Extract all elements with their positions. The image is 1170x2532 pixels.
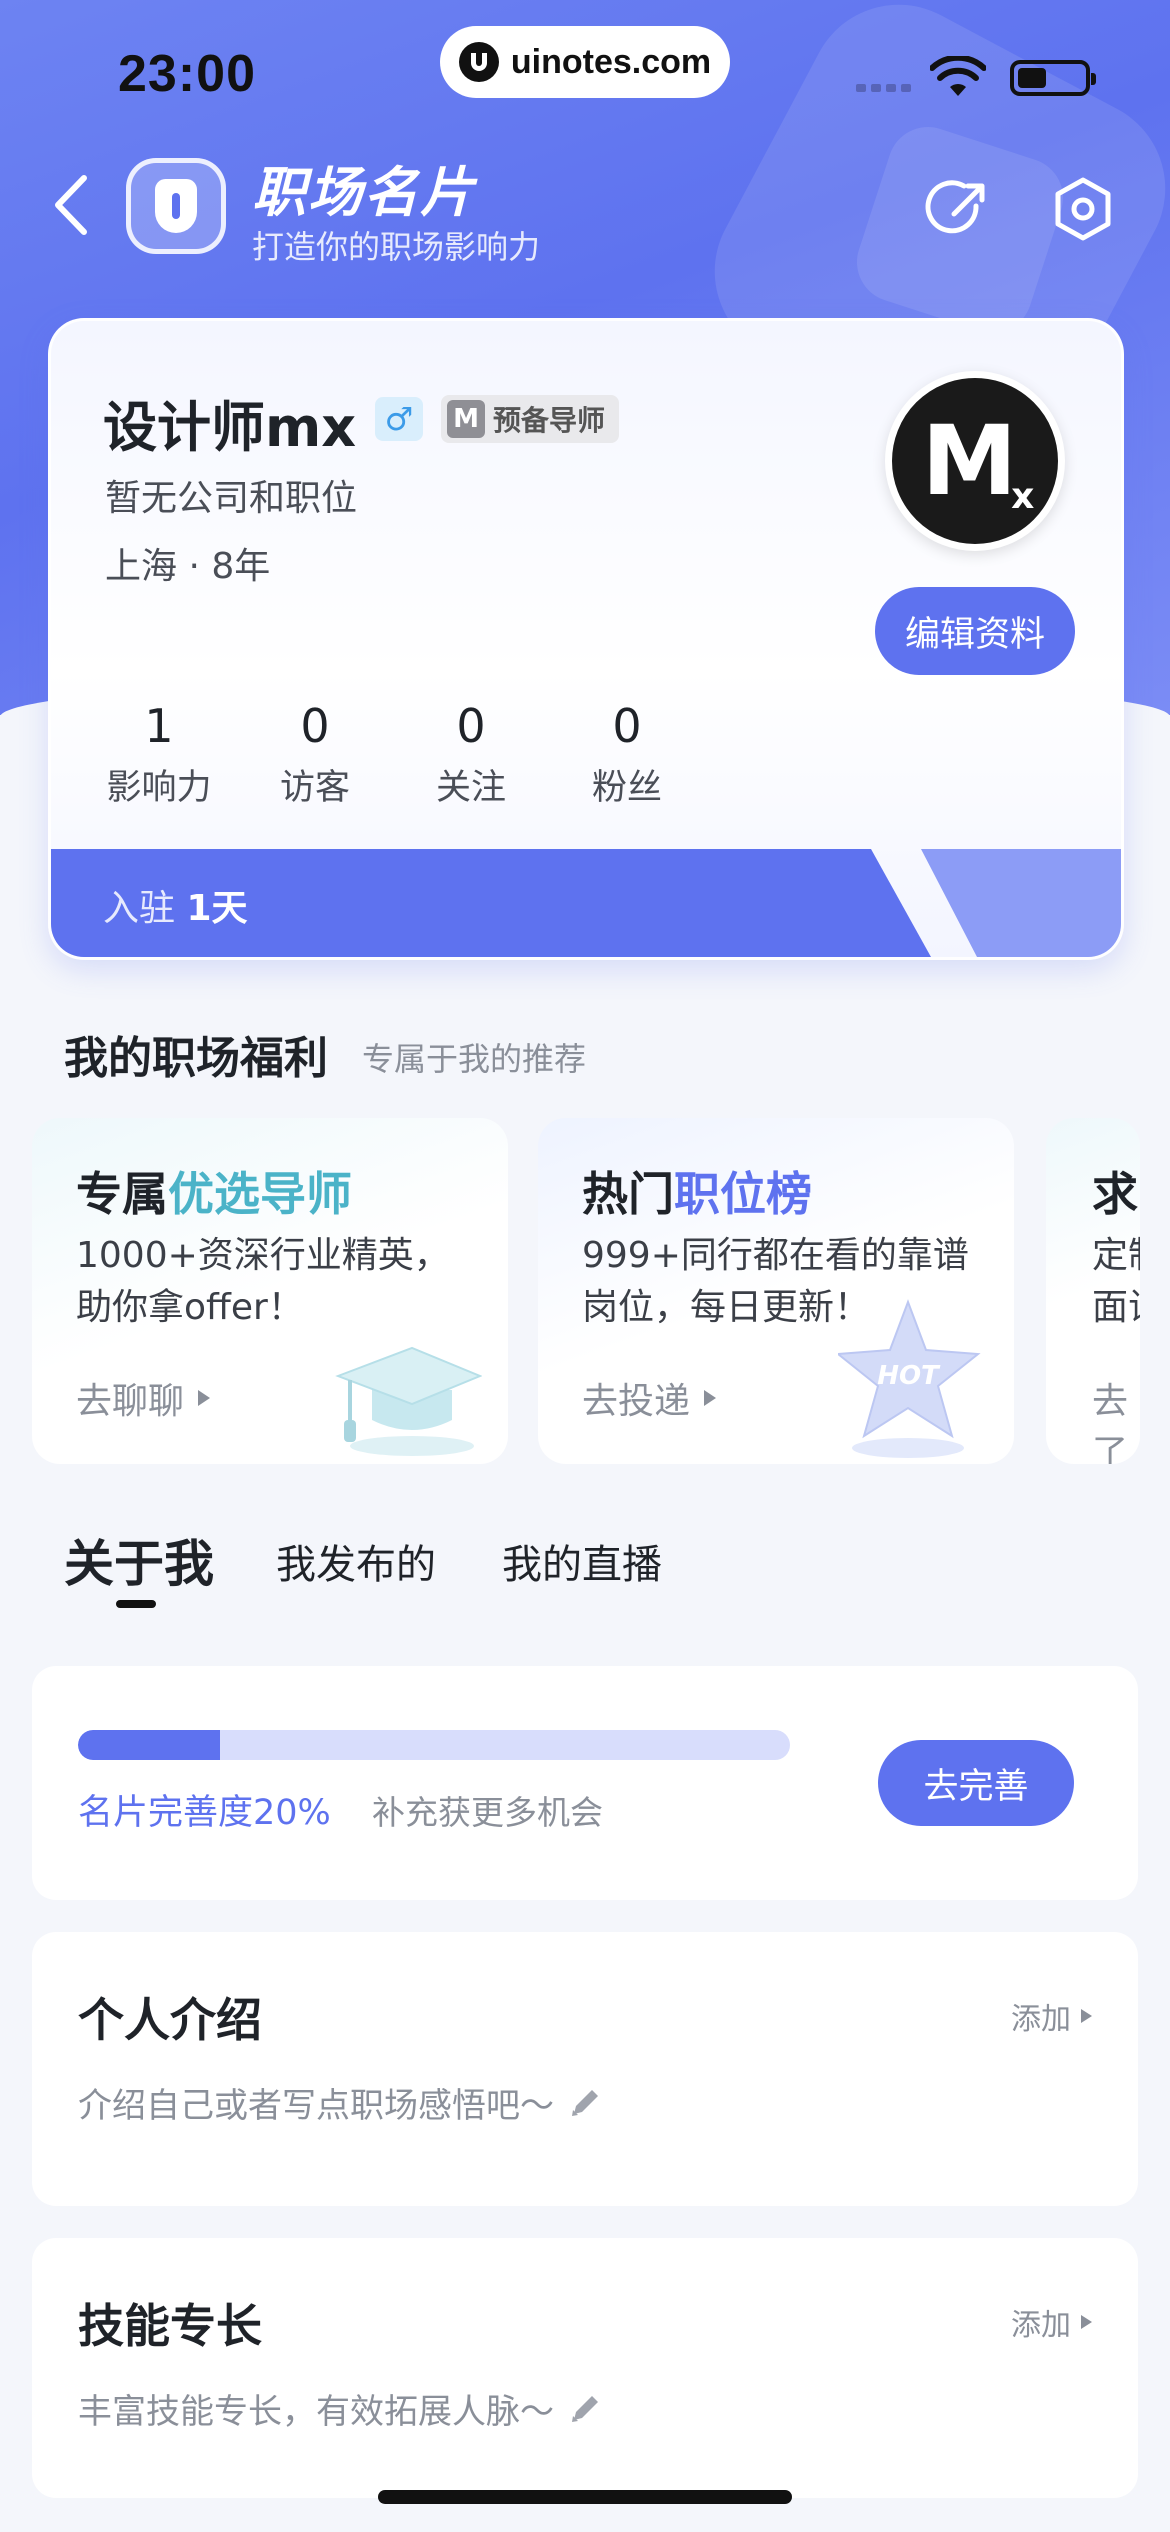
battery-icon	[1010, 60, 1096, 96]
graduation-cap-icon	[335, 1346, 482, 1456]
cellular-signal-icon	[856, 84, 911, 92]
stat-following[interactable]: 0 关注	[393, 699, 549, 810]
watermark-text: uinotes.com	[510, 42, 712, 81]
profile-card: 设计师mx ♂ M 预备导师 暂无公司和职位 上海 · 8年 Mx 编辑资料 1…	[48, 318, 1124, 960]
watermark: uinotes.com	[440, 26, 730, 98]
triangle-right-icon	[198, 1390, 211, 1406]
edit-profile-button[interactable]: 编辑资料	[875, 587, 1075, 675]
skills-title: 技能专长	[78, 2299, 262, 2353]
benefit-action[interactable]: 去聊聊	[76, 1372, 211, 1424]
stat-label: 关注	[435, 768, 506, 808]
tab-about-me[interactable]: 关于我	[64, 1524, 214, 1596]
completeness-progress-bar	[78, 1730, 790, 1760]
benefits-title: 我的职场福利	[64, 1033, 328, 1084]
benefit-card-hot-jobs[interactable]: 热门职位榜 999+同行都在看的靠谱岗位，每日更新！ 去投递 HOT	[538, 1118, 1014, 1464]
benefit-desc: 1000+资深行业精英，助你拿offer！	[76, 1235, 450, 1328]
status-time: 23:00	[118, 45, 256, 103]
skills-card: 技能专长 添加 丰富技能专长，有效拓展人脉～	[32, 2238, 1138, 2498]
hot-star-icon: HOT	[838, 1299, 981, 1458]
stat-value: 0	[612, 699, 642, 753]
pencil-icon	[572, 2089, 598, 2116]
complete-profile-button[interactable]: 去完善	[878, 1740, 1074, 1826]
status-bar: 23:00 uinotes.com	[0, 0, 1170, 150]
completeness-progress-fill	[78, 1730, 221, 1760]
benefit-action[interactable]: 去了	[1092, 1372, 1140, 1464]
username: 设计师mx	[103, 396, 357, 459]
mentor-badge[interactable]: M 预备导师	[441, 395, 620, 443]
skills-hint[interactable]: 丰富技能专长，有效拓展人脉～	[78, 2384, 602, 2433]
skills-add-button[interactable]: 添加	[1011, 2300, 1092, 2344]
benefit-desc: 定制 面试	[1092, 1235, 1140, 1328]
intro-hint[interactable]: 介绍自己或者写点职场感悟吧～	[78, 2078, 602, 2127]
benefit-action[interactable]: 去投递	[582, 1372, 717, 1424]
watermark-logo-icon	[458, 42, 499, 82]
career-card-logo-icon	[126, 158, 226, 254]
completeness-hint: 补充获更多机会	[372, 1793, 603, 1832]
benefit-title: 求	[1092, 1167, 1138, 1221]
pencil-icon	[572, 2395, 598, 2422]
page-subtitle: 打造你的职场影响力	[252, 228, 541, 266]
profile-stats: 1 影响力 0 访客 0 关注 0 粉丝	[81, 699, 705, 810]
home-indicator[interactable]	[378, 2490, 792, 2504]
benefit-title: 专属优选导师	[76, 1167, 352, 1221]
settings-icon[interactable]	[1050, 176, 1116, 242]
intro-add-button[interactable]: 添加	[1011, 1994, 1092, 2038]
tab-my-live[interactable]: 我的直播	[502, 1532, 662, 1590]
stat-value: 0	[456, 699, 486, 753]
triangle-right-icon	[1081, 2315, 1092, 2329]
stat-label: 粉丝	[591, 768, 662, 808]
joined-duration-bar: 入驻 1天	[51, 849, 1121, 957]
benefit-card-partial[interactable]: 求 定制 面试 去了	[1046, 1118, 1140, 1464]
intro-card: 个人介绍 添加 介绍自己或者写点职场感悟吧～	[32, 1932, 1138, 2206]
tab-indicator	[116, 1600, 156, 1608]
mentor-badge-label: 预备导师	[493, 404, 606, 437]
share-icon[interactable]	[924, 176, 992, 244]
completeness-label: 名片完善度20%	[78, 1793, 331, 1833]
intro-title: 个人介绍	[78, 1993, 262, 2047]
joined-duration: 入驻 1天	[103, 888, 248, 929]
svg-text:HOT: HOT	[877, 1361, 941, 1391]
triangle-right-icon	[704, 1390, 717, 1406]
page-title: 职场名片	[252, 161, 476, 224]
wifi-icon	[930, 56, 986, 96]
completeness-card: 名片完善度20% 补充获更多机会 去完善	[32, 1666, 1138, 1900]
tab-my-posts[interactable]: 我发布的	[276, 1532, 436, 1590]
stat-value: 0	[300, 699, 330, 753]
stat-label: 影响力	[106, 768, 212, 808]
benefit-card-mentor[interactable]: 专属优选导师 1000+资深行业精英，助你拿offer！ 去聊聊	[32, 1118, 508, 1464]
back-button[interactable]	[46, 170, 96, 240]
mentor-m-icon: M	[447, 400, 485, 438]
gender-male-icon: ♂	[375, 397, 423, 441]
stat-influence[interactable]: 1 影响力	[81, 699, 237, 810]
avatar-logo: Mx	[921, 405, 1035, 517]
stat-label: 访客	[279, 768, 350, 808]
stat-followers[interactable]: 0 粉丝	[549, 699, 705, 810]
company-position: 暂无公司和职位	[105, 478, 358, 519]
stat-visitors[interactable]: 0 访客	[237, 699, 393, 810]
location-experience: 上海 · 8年	[105, 546, 271, 587]
benefits-subtitle: 专属于我的推荐	[362, 1040, 587, 1078]
benefit-title: 热门职位榜	[582, 1167, 812, 1221]
stat-value: 1	[144, 699, 174, 753]
triangle-right-icon	[1081, 2009, 1092, 2023]
avatar[interactable]: Mx	[885, 371, 1065, 551]
